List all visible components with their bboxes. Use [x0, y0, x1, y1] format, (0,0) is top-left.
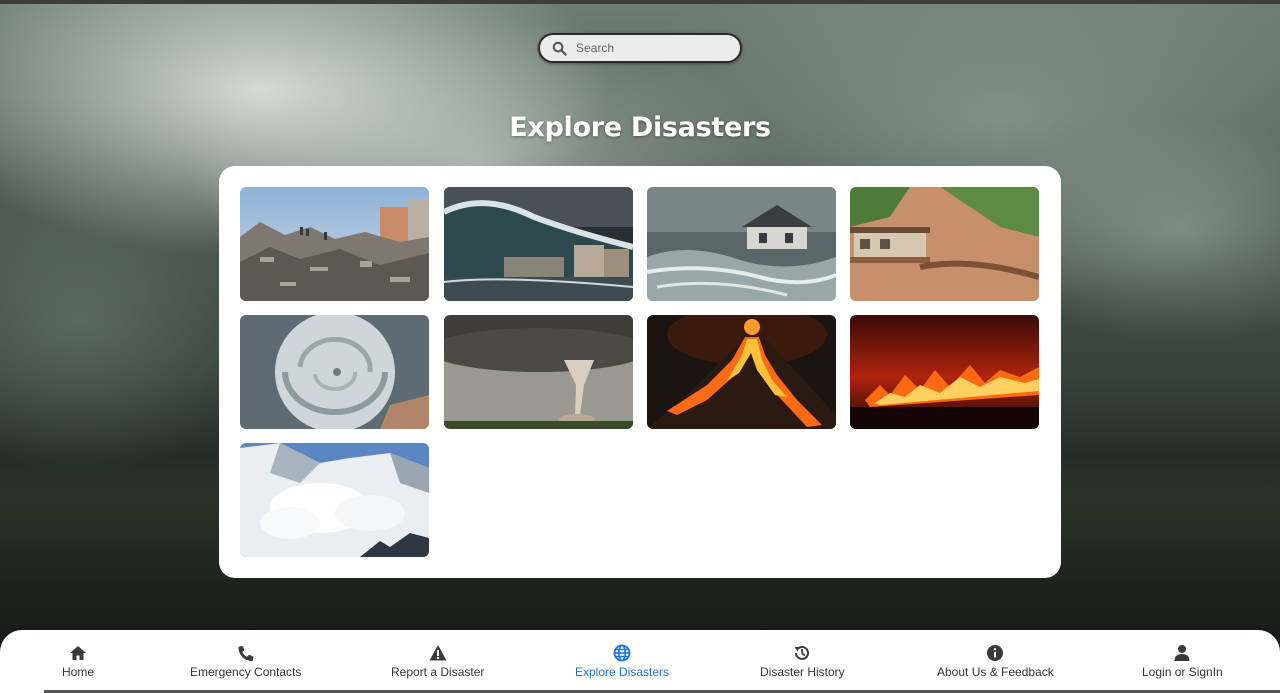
- disaster-card-avalanche[interactable]: [240, 443, 429, 557]
- page-title: Explore Disasters: [509, 112, 771, 143]
- volcano-image: [647, 315, 836, 429]
- search-icon: [552, 41, 567, 56]
- avalanche-image: [240, 443, 429, 557]
- bottom-navigation: Home Emergency Contacts Report a Disaste…: [0, 630, 1280, 693]
- nav-about-feedback-label: About Us & Feedback: [937, 665, 1054, 679]
- nav-home[interactable]: Home: [62, 644, 94, 679]
- wildfire-image: [850, 315, 1039, 429]
- nav-home-label: Home: [62, 665, 95, 679]
- disaster-card-tsunami[interactable]: [444, 187, 633, 301]
- disaster-card-tornado[interactable]: [444, 315, 633, 429]
- disaster-grid-panel: [219, 166, 1061, 578]
- nav-login-label: Login or SignIn: [1142, 665, 1223, 679]
- nav-emergency-contacts[interactable]: Emergency Contacts: [190, 644, 301, 679]
- disaster-card-hurricane[interactable]: [240, 315, 429, 429]
- nav-disaster-history-label: Disaster History: [760, 665, 845, 679]
- hurricane-image: [240, 315, 429, 429]
- globe-icon: [613, 644, 631, 662]
- search-input[interactable]: [576, 41, 726, 55]
- nav-explore-disasters[interactable]: Explore Disasters: [575, 644, 669, 679]
- search-bar[interactable]: [538, 33, 742, 63]
- phone-icon: [238, 645, 254, 661]
- disaster-card-earthquake[interactable]: [240, 187, 429, 301]
- disaster-card-landslide[interactable]: [850, 187, 1039, 301]
- flood-image: [647, 187, 836, 301]
- nav-login[interactable]: Login or SignIn: [1142, 644, 1223, 679]
- nav-disaster-history[interactable]: Disaster History: [760, 644, 845, 679]
- tornado-image: [444, 315, 633, 429]
- home-icon: [70, 646, 86, 660]
- disaster-card-flood[interactable]: [647, 187, 836, 301]
- landslide-image: [850, 187, 1039, 301]
- user-icon: [1174, 645, 1190, 661]
- nav-about-feedback[interactable]: About Us & Feedback: [937, 644, 1054, 679]
- earthquake-image: [240, 187, 429, 301]
- disaster-card-volcano[interactable]: [647, 315, 836, 429]
- nav-report-disaster[interactable]: Report a Disaster: [391, 644, 484, 679]
- history-icon: [794, 645, 810, 660]
- window-top-border: [0, 0, 1280, 4]
- nav-explore-disasters-label: Explore Disasters: [575, 665, 670, 679]
- warning-icon: [429, 645, 447, 661]
- nav-emergency-contacts-label: Emergency Contacts: [190, 665, 302, 679]
- tsunami-image: [444, 187, 633, 301]
- disaster-card-wildfire[interactable]: [850, 315, 1039, 429]
- info-icon: [987, 645, 1004, 661]
- nav-report-disaster-label: Report a Disaster: [391, 665, 485, 679]
